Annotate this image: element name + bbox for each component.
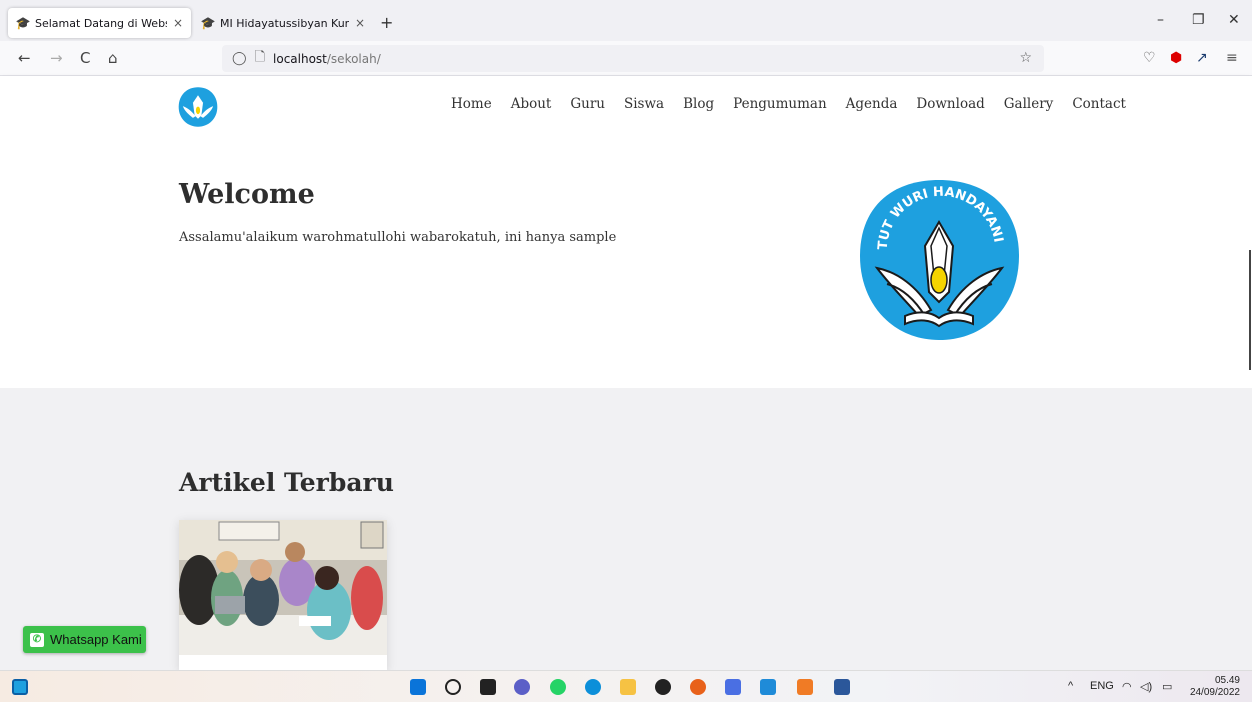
tab-close-icon[interactable]: × [355,16,365,30]
whatsapp-button[interactable]: ✆ Whatsapp Kami [23,626,146,653]
task-view-icon[interactable] [480,679,496,695]
word-icon[interactable] [834,679,850,695]
close-window-button[interactable]: ✕ [1228,12,1240,28]
url-path: /sekolah/ [326,51,381,66]
vscode-icon[interactable] [760,679,776,695]
language-indicator[interactable]: ENG [1090,680,1114,692]
minimize-button[interactable]: – [1157,12,1164,28]
xampp-icon[interactable] [797,679,813,695]
url-host: localhost [273,51,327,66]
welcome-text: Assalamu'alaikum warohmatullohi wabaroka… [179,230,617,245]
app-menu-icon[interactable]: ≡ [1226,50,1238,66]
edge-icon[interactable] [585,679,601,695]
tab-title: Selamat Datang di Website Sek [35,16,167,30]
pocket-icon[interactable]: ♡ [1143,50,1156,66]
tab-close-icon[interactable]: × [173,16,183,30]
file-explorer-icon[interactable] [620,679,636,695]
start-icon[interactable] [410,679,426,695]
menu-download[interactable]: Download [916,96,984,112]
chrome-icon[interactable] [725,679,741,695]
browser-toolbar: ← → C ⌂ ◯ 🗋 localhost/sekolah/ ☆ ♡ ⬢ ↗ ≡ [0,41,1252,76]
reload-button[interactable]: C [80,49,90,67]
back-button[interactable]: ← [18,49,31,67]
graduation-cap-icon: 🎓 [15,16,31,30]
menu-guru[interactable]: Guru [570,96,605,112]
whatsapp-label: Whatsapp Kami [50,632,142,647]
forward-button[interactable]: → [50,49,63,67]
menu-contact[interactable]: Contact [1072,96,1126,112]
home-button[interactable]: ⌂ [108,49,118,67]
chat-app-icon[interactable] [514,679,530,695]
welcome-title: Welcome [179,179,315,210]
articles-title: Artikel Terbaru [179,468,394,497]
articles-section: Artikel Terbaru [0,388,1252,670]
wifi-icon[interactable]: ◠ [1122,680,1132,693]
chat-icon: ✆ [30,632,44,647]
firefox-icon[interactable] [690,679,706,695]
main-menu: Home About Guru Siswa Blog Pengumuman Ag… [451,96,1126,112]
url-bar[interactable]: ◯ 🗋 localhost/sekolah/ ☆ [222,45,1044,72]
tut-wuri-handayani-logo[interactable] [177,86,219,128]
clock[interactable]: 05.49 24/09/2022 [1190,675,1240,699]
menu-home[interactable]: Home [451,96,492,112]
menu-blog[interactable]: Blog [683,96,714,112]
extension-icon[interactable]: ↗ [1196,50,1208,66]
tracking-shield-icon[interactable]: ◯ [232,51,247,66]
battery-icon[interactable]: ▭ [1162,680,1172,693]
widgets-icon[interactable] [12,679,28,695]
windows-taskbar: ^ ENG ◠ ◁) ▭ 05.49 24/09/2022 [0,670,1252,702]
page-scrollbar[interactable] [1249,250,1251,370]
tut-wuri-handayani-emblem: TUT WURI HANDAYANI [860,180,1019,340]
article-image[interactable] [179,520,387,655]
graduation-cap-icon: 🎓 [200,16,216,30]
menu-siswa[interactable]: Siswa [624,96,664,112]
menu-pengumuman[interactable]: Pengumuman [733,96,827,112]
menu-about[interactable]: About [511,96,552,112]
new-tab-button[interactable]: + [380,13,393,32]
restore-button[interactable]: ❐ [1192,12,1205,28]
menu-gallery[interactable]: Gallery [1004,96,1054,112]
clock-time: 05.49 [1214,675,1240,686]
welcome-section: Welcome Assalamu'alaikum warohmatullohi … [0,134,1252,388]
tab-title: MI Hidayatussibyan Kumejing | [220,16,349,30]
ublock-icon[interactable]: ⬢ [1170,50,1182,66]
page-info-icon[interactable]: 🗋 [255,48,265,70]
tab-mi-hidayatussibyan[interactable]: 🎓 MI Hidayatussibyan Kumejing | × [193,8,373,38]
tab-selamat-datang[interactable]: 🎓 Selamat Datang di Website Sek × [8,8,191,38]
bookmark-star-icon[interactable]: ☆ [1019,50,1032,66]
menu-agenda[interactable]: Agenda [846,96,898,112]
browser-tab-bar: 🎓 Selamat Datang di Website Sek × 🎓 MI H… [0,0,1252,41]
article-card[interactable] [179,520,387,670]
volume-icon[interactable]: ◁) [1140,680,1152,693]
whatsapp-app-icon[interactable] [550,679,566,695]
tray-chevron-icon[interactable]: ^ [1068,680,1073,692]
search-icon[interactable] [445,679,461,695]
obs-icon[interactable] [655,679,671,695]
site-header: Home About Guru Siswa Blog Pengumuman Ag… [0,76,1252,134]
clock-date: 24/09/2022 [1189,687,1240,698]
